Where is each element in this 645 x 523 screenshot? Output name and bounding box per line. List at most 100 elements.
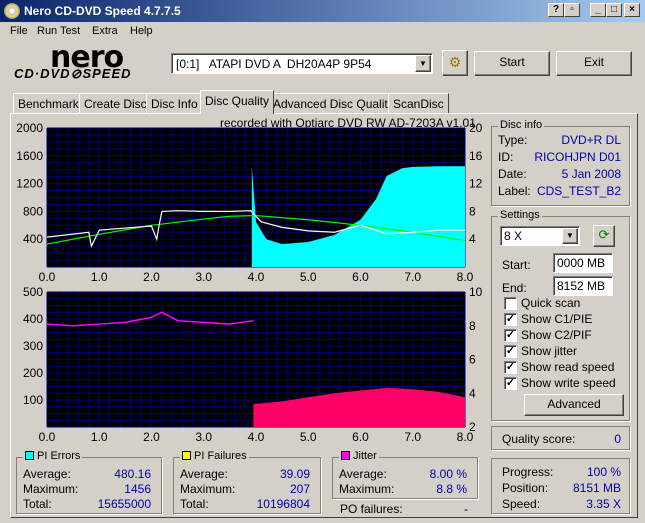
progress-label: Speed: xyxy=(502,497,541,511)
pi-failures-group: PI Failures Average: 39.09 Maximum: 207 Tota… xyxy=(173,450,321,514)
y-tick-label: 800 xyxy=(23,204,43,218)
quality-score-label: Quality score: xyxy=(502,432,576,446)
refresh-icon[interactable]: ⟳ xyxy=(593,225,615,247)
x-tick-label: 5.0 xyxy=(300,430,317,444)
menu-bar: File Run Test Extra Help xyxy=(0,22,645,41)
quality-score-value: 0 xyxy=(614,432,621,446)
jitter-value: 8.00 % xyxy=(429,467,467,481)
maximize-button[interactable]: □ xyxy=(606,3,622,17)
x-tick-label: 2.0 xyxy=(143,430,160,444)
y2-tick-label: 2 xyxy=(469,420,476,434)
pi-errors-value: 480.16 xyxy=(114,467,151,481)
disc-info-value: CDS_TEST_B2 xyxy=(536,184,621,198)
disc-eject-icon: ⚙ xyxy=(448,54,462,70)
menu-extra[interactable]: Extra xyxy=(92,25,118,37)
x-tick-label: 7.0 xyxy=(404,430,421,444)
disc-info-value: 5 Jan 2008 xyxy=(561,167,621,181)
y2-tick-label: 10 xyxy=(469,286,483,299)
pi-errors-chart: 0.0 1.0 2.0 3.0 4.0 5.0 6.0 7.0 8.0 400 800 1200 160… xyxy=(16,122,483,284)
y-tick-label: 1200 xyxy=(16,177,43,191)
disc-info-label: Type: xyxy=(498,133,528,147)
tab-disc-quality[interactable]: Disc Quality xyxy=(200,90,275,114)
start-input[interactable]: 0000 MB xyxy=(553,253,613,273)
help-button[interactable]: ? xyxy=(548,3,564,17)
jitter-label: Maximum: xyxy=(339,482,395,496)
tab-create-disc[interactable]: Create Disc xyxy=(79,93,152,113)
pi-failures-legend: PI Failures xyxy=(180,450,249,462)
jitter-value: 8.8 % xyxy=(436,482,467,496)
checkbox[interactable]: ✓ xyxy=(504,377,517,390)
tab-scandisc[interactable]: ScanDisc xyxy=(388,93,449,113)
y2-tick-label: 12 xyxy=(469,177,483,191)
chevron-down-icon[interactable]: ▼ xyxy=(415,55,431,72)
checkbox[interactable]: ✓ xyxy=(504,329,517,342)
jitter-legend: Jitter xyxy=(339,450,379,462)
jitter-label: Average: xyxy=(339,467,387,481)
x-tick-label: 0.0 xyxy=(39,270,56,284)
y-tick-label: 400 xyxy=(23,312,43,326)
menu-help[interactable]: Help xyxy=(130,25,153,37)
y2-tick-label: 6 xyxy=(469,353,476,367)
progress-value: 8151 MB xyxy=(572,481,621,495)
drive-select[interactable]: [0:1] ATAPI DVD A DH20A4P 9P54 ▼ xyxy=(171,53,433,74)
quality-score-box: Quality score: 0 xyxy=(491,426,630,450)
y-tick-label: 100 xyxy=(23,393,43,407)
checkbox-label: Show C2/PIF xyxy=(521,328,592,342)
checkbox[interactable]: ✓ xyxy=(504,361,517,374)
app-disc-icon xyxy=(4,3,20,19)
close-button[interactable]: × xyxy=(624,3,640,17)
checkbox-label: Show read speed xyxy=(521,360,615,374)
tab-disc-info[interactable]: Disc Info xyxy=(146,93,203,113)
checkbox[interactable] xyxy=(504,297,517,310)
pi-failures-label: Average: xyxy=(180,467,228,481)
disc-info-group: Disc info Type: DVD+R DL ID: RICOHJPN D01 Da… xyxy=(491,119,630,206)
menu-run-test[interactable]: Run Test xyxy=(37,25,80,37)
disc-info-label: Label: xyxy=(498,184,531,198)
progress-label: Progress: xyxy=(502,465,554,479)
tab-advanced-disc-quality[interactable]: Advanced Disc Quality xyxy=(268,93,399,113)
title-bar: Nero CD-DVD Speed 4.7.7.5 ? ▫ _ □ × xyxy=(0,0,645,22)
x-tick-label: 2.0 xyxy=(143,270,160,284)
tab-benchmark[interactable]: Benchmark xyxy=(13,93,84,113)
x-tick-label: 4.0 xyxy=(248,270,265,284)
exit-button[interactable]: Exit xyxy=(556,51,632,76)
x-tick-label: 3.0 xyxy=(195,270,212,284)
po-failures-label: PO failures: xyxy=(340,502,403,516)
pi-errors-value: 1456 xyxy=(124,482,151,496)
menu-file[interactable]: File xyxy=(10,25,28,37)
y2-tick-label: 20 xyxy=(469,122,483,135)
restore-small-button[interactable]: ▫ xyxy=(564,3,580,17)
x-tick-label: 4.0 xyxy=(248,430,265,444)
checkbox-label: Show jitter xyxy=(521,344,578,358)
pi-errors-group: PI Errors Average: 480.16 Maximum: 1456 Tota… xyxy=(16,450,162,514)
x-tick-label: 6.0 xyxy=(352,430,369,444)
pi-errors-label: Average: xyxy=(23,467,71,481)
x-tick-label: 1.0 xyxy=(91,270,108,284)
y2-tick-label: 4 xyxy=(469,232,476,246)
jitter-group: Jitter Average: 8.00 % Maximum: 8.8 % xyxy=(332,450,478,499)
pi-errors-swatch xyxy=(25,451,34,460)
disc-info-label: Date: xyxy=(498,167,527,181)
end-input[interactable]: 8152 MB xyxy=(553,276,613,296)
window-title: Nero CD-DVD Speed 4.7.7.5 xyxy=(24,4,181,18)
drive-refresh-button[interactable]: ⚙ xyxy=(442,50,468,76)
pi-failures-swatch xyxy=(182,451,191,460)
pi-errors-label: Maximum: xyxy=(23,482,79,496)
speed-select-value: 8 X xyxy=(504,229,523,243)
speed-select[interactable]: 8 X ▼ xyxy=(500,226,580,246)
minimize-button[interactable]: _ xyxy=(590,3,606,17)
y2-tick-label: 16 xyxy=(469,149,483,163)
settings-group: Settings 8 X ▼ ⟳ Start: 0000 MB End: 815… xyxy=(491,209,630,421)
start-input-value: 0000 MB xyxy=(557,256,606,270)
pi-failures-title: PI Failures xyxy=(194,450,247,462)
chevron-down-icon[interactable]: ▼ xyxy=(562,228,578,244)
checkbox[interactable]: ✓ xyxy=(504,345,517,358)
x-tick-label: 7.0 xyxy=(404,270,421,284)
y-tick-label: 2000 xyxy=(16,122,43,135)
progress-box: Progress: 100 % Position: 8151 MB Speed: 3.35… xyxy=(491,458,630,514)
disc-info-value: RICOHJPN D01 xyxy=(534,150,621,164)
pi-failures-value: 10196804 xyxy=(256,497,310,511)
start-button[interactable]: Start xyxy=(474,51,550,76)
advanced-button[interactable]: Advanced xyxy=(524,394,624,416)
checkbox[interactable]: ✓ xyxy=(504,313,517,326)
